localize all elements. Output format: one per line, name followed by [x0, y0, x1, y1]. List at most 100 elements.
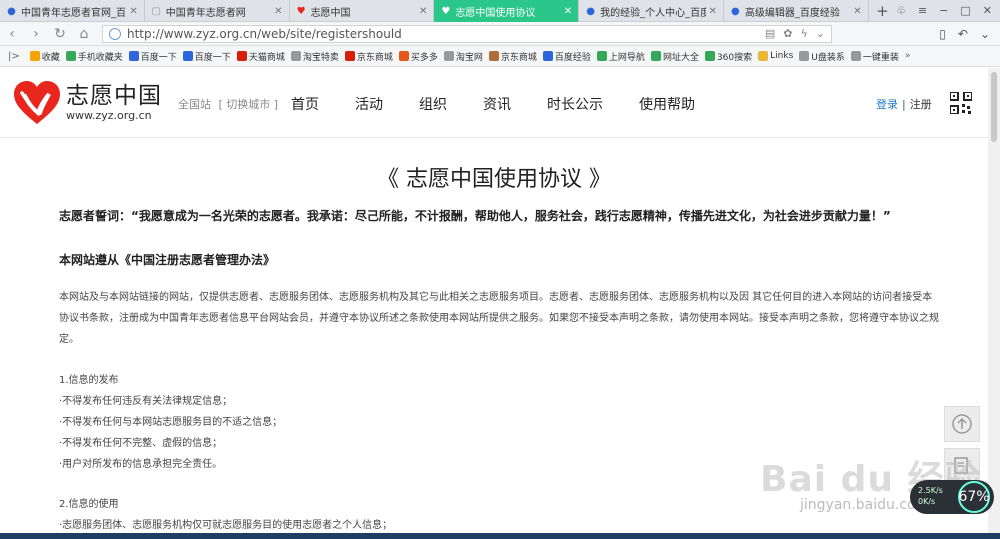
bookmark-item[interactable]: 收藏 — [29, 50, 60, 63]
bookmark-item[interactable]: 上网导航 — [596, 50, 645, 63]
bookmark-item[interactable]: 淘宝特卖 — [290, 50, 339, 63]
login-link[interactable]: 登录 — [876, 98, 898, 111]
nav-help[interactable]: 使用帮助 — [639, 94, 695, 114]
main-nav: 首页 活动 组织 资讯 时长公示 使用帮助 — [291, 94, 731, 114]
sidebar-toggle-icon[interactable]: |> — [8, 51, 20, 62]
close-icon[interactable]: ✕ — [129, 6, 137, 17]
list-item: ·用户对所发布的信息承担完全责任。 — [59, 459, 223, 470]
close-icon[interactable]: ✕ — [709, 6, 717, 17]
register-link[interactable]: 注册 — [910, 98, 932, 111]
bookmark-item[interactable]: 百度一下 — [182, 50, 231, 63]
bookmark-item[interactable]: Links — [758, 51, 793, 61]
reader-icon[interactable]: ▤ — [765, 27, 775, 40]
bookmark-item[interactable]: 一键重装 — [850, 50, 899, 63]
bookmark-label: 天猫商城 — [248, 52, 285, 63]
bookmark-label: 360搜索 — [716, 52, 753, 63]
bookmark-item[interactable]: 百度一下 — [128, 50, 177, 63]
bookmark-item[interactable]: 360搜索 — [704, 50, 753, 63]
search-icon — [704, 51, 715, 61]
folder-icon — [758, 51, 769, 61]
bookmark-item[interactable]: 手机收藏夹 — [65, 50, 123, 63]
close-icon[interactable]: ✕ — [853, 6, 861, 17]
back-icon[interactable]: ‹ — [0, 26, 24, 42]
paw-icon — [182, 51, 193, 61]
download-speed: 0K/s — [918, 497, 936, 506]
bookmark-item[interactable]: U盘装系 — [799, 50, 845, 63]
network-speed-widget[interactable]: 2.5K/s 0K/s 67% — [910, 480, 994, 514]
maximize-icon[interactable]: □ — [960, 4, 970, 17]
home-icon[interactable]: ⌂ — [72, 26, 96, 42]
minimize-icon[interactable]: − — [939, 4, 948, 17]
forward-icon[interactable]: › — [24, 26, 48, 42]
undo-icon[interactable]: ↶ — [958, 27, 968, 41]
security-icon[interactable]: ✿ — [783, 27, 792, 40]
tab-5[interactable]: ● 我的经验_个人中心_百度经 ✕ — [579, 0, 724, 22]
scrollbar-thumb[interactable] — [991, 72, 997, 142]
page-icon — [290, 51, 301, 61]
bookmark-label: 百度一下 — [140, 52, 177, 63]
tab-3[interactable]: ♥ 志愿中国 ✕ — [290, 0, 435, 22]
list-item: ·志愿服务团体、志愿服务机构仅可就志愿服务目的使用志愿者之个人信息； — [59, 520, 393, 531]
lightning-icon[interactable]: ϟ — [801, 27, 808, 40]
more-chevron-icon[interactable]: ⌄ — [980, 27, 990, 41]
chevron-down-icon[interactable]: ⌄ — [816, 27, 825, 40]
tmall-icon — [236, 51, 247, 61]
bookmark-item[interactable]: 京东商城 — [344, 50, 393, 63]
jd-icon — [488, 51, 499, 61]
bookmark-label: 京东商城 — [356, 52, 393, 63]
bookmark-label: 一键重装 — [862, 52, 899, 63]
bookmark-label: 手机收藏夹 — [77, 52, 123, 63]
bookmark-item[interactable]: 天猫商城 — [236, 50, 285, 63]
bookmark-label: 买多多 — [410, 52, 438, 63]
tab-title: 高级编辑器_百度经验 — [744, 7, 840, 19]
upload-speed: 2.5K/s — [918, 486, 943, 495]
tab-title: 中国青年志愿者网 — [165, 7, 246, 19]
window-controls: ♧ ≡ − □ ✕ — [896, 0, 1000, 21]
skin-icon[interactable]: ♧ — [896, 4, 906, 17]
close-icon[interactable]: ✕ — [564, 6, 572, 17]
browser-tab-bar: ● 中国青年志愿者官网_百度 ✕ ▢ 中国青年志愿者网 ✕ ♥ 志愿中国 ✕ ♥… — [0, 0, 1000, 22]
reload-icon[interactable]: ↻ — [48, 26, 72, 42]
switch-city-link[interactable]: [ 切换城市 ] — [219, 98, 279, 111]
bookmark-item[interactable]: 百度经验 — [542, 50, 591, 63]
heart-icon: ♥ — [296, 5, 306, 17]
paw-icon — [128, 51, 139, 61]
nav-organizations[interactable]: 组织 — [419, 94, 447, 114]
tab-6[interactable]: ● 高级编辑器_百度经验 ✕ — [724, 0, 869, 22]
site-header: 志愿中国 www.zyz.org.cn 全国站 [ 切换城市 ] 首页 活动 组… — [0, 68, 988, 138]
bookmark-item[interactable]: 京东商城 — [488, 50, 537, 63]
usage-percent: 67% — [958, 481, 990, 513]
auth-links: 登录 | 注册 — [876, 96, 932, 112]
nav-home[interactable]: 首页 — [291, 94, 319, 114]
vertical-scrollbar[interactable] — [988, 68, 1000, 539]
bookmark-item[interactable]: 网址大全 — [650, 50, 699, 63]
paw-icon: ● — [7, 5, 16, 17]
back-to-top-button[interactable] — [944, 406, 980, 442]
phone-icon — [65, 51, 76, 61]
qr-code-icon[interactable] — [950, 92, 972, 114]
heart-hand-logo-icon — [14, 81, 60, 124]
paw-icon: ● — [586, 5, 595, 17]
bookmark-item[interactable]: 淘宝网 — [443, 50, 483, 63]
nav-activities[interactable]: 活动 — [355, 94, 383, 114]
logo-domain: www.zyz.org.cn — [66, 109, 152, 122]
os-taskbar — [0, 533, 1000, 539]
auth-separator: | — [902, 98, 906, 111]
close-icon[interactable]: ✕ — [419, 6, 427, 17]
bookmarks-bar: |> 收藏 手机收藏夹 百度一下 百度一下 天猫商城 淘宝特卖 京东商城 买多多 淘宝网 京东商城… — [0, 46, 1000, 67]
more-bookmarks-icon[interactable]: » — [905, 51, 911, 61]
site-logo[interactable]: 志愿中国 www.zyz.org.cn — [12, 80, 162, 126]
tab-1[interactable]: ● 中国青年志愿者官网_百度 ✕ — [0, 0, 145, 22]
new-tab-icon[interactable]: + — [869, 0, 896, 21]
nav-news[interactable]: 资讯 — [483, 94, 511, 114]
close-icon[interactable]: ✕ — [274, 6, 282, 17]
tab-2[interactable]: ▢ 中国青年志愿者网 ✕ — [145, 0, 290, 22]
intro-paragraph: 本网站及与本网站链接的网站，仅提供志愿者、志愿服务团体、志愿服务机构及其它与此相… — [59, 292, 939, 345]
bookmark-item[interactable]: 买多多 — [398, 50, 438, 63]
tab-4-active[interactable]: ♥ 志愿中国使用协议 ✕ — [434, 0, 580, 22]
device-icon[interactable]: ▯ — [939, 27, 946, 41]
close-window-icon[interactable]: ✕ — [983, 4, 992, 17]
url-input[interactable]: http://www.zyz.org.cn/web/site/registers… — [102, 24, 832, 43]
nav-hours-public[interactable]: 时长公示 — [547, 94, 603, 114]
menu-icon[interactable]: ≡ — [918, 4, 927, 17]
